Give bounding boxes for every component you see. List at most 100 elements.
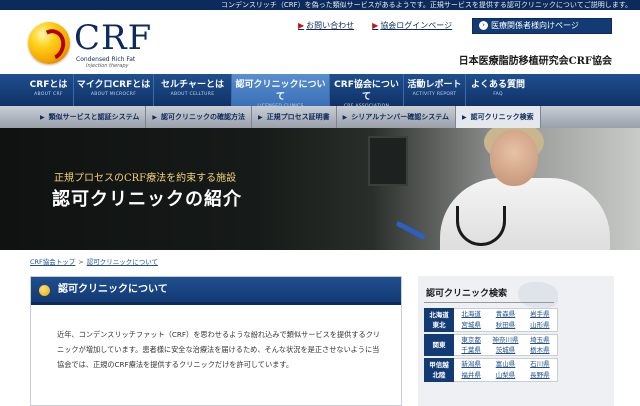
contact-link-label: お問い合わせ (306, 21, 355, 30)
main-heading-bar: 認可クリニックについて (31, 277, 401, 305)
prefecture-link[interactable]: 福井県 (454, 370, 488, 381)
region-label: 関東 (424, 334, 454, 356)
gold-bullet-icon (39, 285, 50, 296)
arrow-right-icon: ▶ (298, 21, 305, 30)
triangle-right-icon: ▶ (462, 114, 467, 121)
clinic-search-panel: 認可クリニック検索 北海道 東北 北海道 青森県 岩手県 宮城県 秋田県 山形県… (418, 276, 614, 406)
region-label: 甲信越 北陸 (424, 358, 454, 382)
prefecture-link[interactable]: 秋田県 (488, 320, 522, 331)
prefecture-link[interactable]: 山梨県 (488, 370, 522, 381)
top-notice-bar: コンデンスリッチ（CRF）を偽った類似サービスがあるようです。正規サービスを提供… (0, 0, 640, 10)
main-body-text: 近年、コンデンスリッチファット（CRF）を思わせるような紛れ込みで類似サービスを… (57, 330, 381, 369)
map-land-shape (518, 282, 558, 308)
triangle-right-icon: ▶ (40, 114, 45, 121)
prefecture-list: 東京都 神奈川県 埼玉県 千葉県 茨城県 栃木県 (454, 334, 558, 356)
divider (424, 302, 554, 303)
region-label-text: 北海道 東北 (429, 311, 449, 329)
nav-item-about-microcrf[interactable]: マイクロCRFとは ABOUT MICROCRF (74, 74, 154, 106)
region-label-text: 甲信越 北陸 (429, 361, 449, 379)
subnav-item-serial-number[interactable]: ▶ シリアルナンバー確認システム (337, 106, 457, 128)
region-row: 北海道 東北 北海道 青森県 岩手県 宮城県 秋田県 山形県 (424, 308, 558, 332)
logo-sub: Condensed Rich Fat (76, 56, 136, 63)
prefecture-link[interactable]: 岩手県 (523, 309, 557, 320)
sub-nav: ▶ 類似サービスと認証システム ▶ 認可クリニックの確認方法 ▶ 正規プロセス証明書 … (0, 106, 640, 128)
prefecture-link[interactable]: 千葉県 (454, 345, 488, 355)
medical-staff-button[interactable]: › 医療関係者様向けページ (472, 18, 612, 34)
triangle-right-icon: ▶ (342, 114, 348, 121)
prefecture-link[interactable]: 青森県 (488, 309, 522, 320)
arrow-right-icon: ▶ (372, 21, 379, 30)
breadcrumb-separator: > (78, 258, 84, 266)
breadcrumb-home[interactable]: CRF協会トップ (30, 258, 75, 266)
prefecture-link[interactable]: 茨城県 (488, 345, 522, 355)
monitor-shape (368, 136, 408, 186)
prefecture-link[interactable]: 北海道 (454, 309, 488, 320)
subnav-item-label: シリアルナンバー確認システム (351, 113, 450, 121)
subnav-item-verification[interactable]: ▶ 認可クリニックの確認方法 (146, 106, 253, 128)
nav-item-sublabel: ACTIVITY REPORT (412, 92, 457, 97)
utility-links: ▶ お問い合わせ ▶ 協会ログインページ (298, 20, 452, 32)
prefecture-link[interactable]: 宮城県 (454, 320, 488, 331)
logo-name: CRF (74, 18, 153, 58)
region-label-text: 関東 (432, 341, 446, 349)
site-header: CRF Condensed Rich Fat Injection therapy… (0, 10, 640, 74)
nav-item-label: 活動レポート (407, 80, 462, 90)
subnav-item-certificate[interactable]: ▶ 正規プロセス証明書 (252, 106, 337, 128)
subnav-item-label: 認可クリニック検索 (470, 113, 534, 121)
prefecture-link[interactable]: 新潟県 (454, 359, 488, 370)
hero-title: 認可クリニックの紹介 (52, 189, 242, 210)
region-label: 北海道 東北 (424, 308, 454, 332)
nav-item-about-crf[interactable]: CRFとは ABOUT CRF (24, 74, 74, 106)
prefecture-link[interactable]: 山形県 (523, 320, 557, 331)
prefecture-link[interactable]: 埼玉県 (523, 335, 557, 345)
nav-item-label: よくある質問 (470, 80, 525, 90)
breadcrumb-current[interactable]: 認可クリニックについて (87, 258, 158, 266)
nav-item-about-cellture[interactable]: セルチャーとは ABOUT CELLTURE (154, 74, 232, 106)
clinic-search-title: 認可クリニック検索 (426, 289, 508, 299)
triangle-right-icon: ▶ (258, 114, 263, 121)
region-row: 甲信越 北陸 新潟県 富山県 石川県 福井県 山梨県 長野県 (424, 358, 558, 382)
triangle-right-icon: ▶ (152, 114, 158, 121)
nav-item-sublabel: ABOUT CELLTURE (170, 92, 215, 97)
nav-item-sublabel: ABOUT MICROCRF (90, 92, 137, 97)
arrow-right-icon: › (479, 21, 488, 30)
subnav-item-label: 正規プロセス証明書 (266, 113, 330, 121)
nav-item-label: 認可クリニックについて (235, 80, 326, 102)
login-link[interactable]: ▶ 協会ログインページ (372, 20, 452, 32)
region-row: 関東 東京都 神奈川県 埼玉県 千葉県 茨城県 栃木県 (424, 334, 558, 356)
prefecture-link[interactable]: 富山県 (488, 359, 522, 370)
nav-item-faq[interactable]: よくある質問 FAQ (466, 74, 530, 106)
nav-item-sublabel: ABOUT CRF (34, 92, 63, 97)
login-link-label: 協会ログインページ (380, 21, 453, 30)
subnav-item-clinic-search[interactable]: ▶ 認可クリニック検索 (456, 106, 541, 128)
region-table: 北海道 東北 北海道 青森県 岩手県 宮城県 秋田県 山形県 関東 東京都 神奈… (424, 308, 558, 384)
main-content-panel: 認可クリニックについて 近年、コンデンスリッチファット（CRF）を思わせるような… (30, 276, 402, 406)
nav-item-label: CRFとは (29, 80, 68, 90)
prefecture-link[interactable]: 神奈川県 (488, 335, 522, 345)
prefecture-link[interactable]: 栃木県 (523, 345, 557, 355)
prefecture-list: 新潟県 富山県 石川県 福井県 山梨県 長野県 (454, 358, 558, 382)
crf-logo-mark-icon (28, 22, 70, 64)
nav-item-licensed-clinics[interactable]: 認可クリニックについて LICENSED CLINICS (232, 74, 330, 109)
subnav-item-label: 認可クリニックの確認方法 (161, 113, 246, 121)
nav-item-activity-report[interactable]: 活動レポート ACTIVITY REPORT (404, 74, 466, 106)
hero-banner: 正規プロセスのCRF療法を約束する施設 認可クリニックの紹介 (0, 128, 640, 250)
nav-item-label: CRF協会について (334, 80, 399, 102)
hero-subtitle: 正規プロセスのCRF療法を約束する施設 (54, 173, 237, 184)
nav-item-label: マイクロCRFとは (76, 80, 151, 90)
prefecture-link[interactable]: 石川県 (523, 359, 557, 370)
subnav-item-similar-services[interactable]: ▶ 類似サービスと認証システム (34, 106, 147, 128)
breadcrumb: CRF協会トップ > 認可クリニックについて (30, 257, 158, 267)
main-heading: 認可クリニックについて (58, 284, 168, 295)
prefecture-list: 北海道 青森県 岩手県 宮城県 秋田県 山形県 (454, 308, 558, 332)
medical-staff-button-label: 医療関係者様向けページ (491, 21, 579, 30)
contact-link[interactable]: ▶ お問い合わせ (298, 20, 354, 32)
nav-item-crf-association[interactable]: CRF協会について CRF ASSOCIATION (330, 74, 404, 109)
logo-tagline: Injection therapy (86, 63, 129, 69)
subnav-item-label: 類似サービスと認証システム (48, 113, 140, 121)
prefecture-link[interactable]: 長野県 (523, 370, 557, 381)
prefecture-link[interactable]: 東京都 (454, 335, 488, 345)
main-nav: CRFとは ABOUT CRF マイクロCRFとは ABOUT MICROCRF… (0, 74, 640, 109)
crf-logo[interactable]: CRF Condensed Rich Fat Injection therapy (28, 18, 168, 70)
doctor-head-shape (490, 130, 538, 186)
